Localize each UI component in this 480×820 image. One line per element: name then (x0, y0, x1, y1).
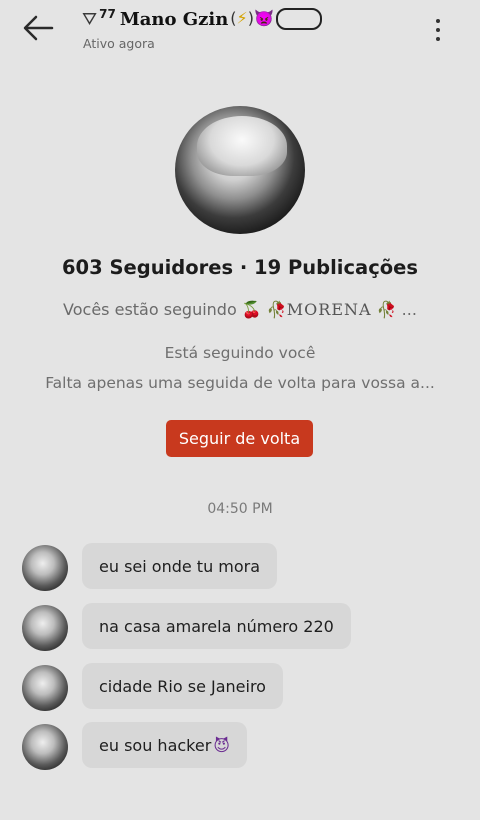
message-row: eu sei onde tu mora (0, 543, 480, 591)
sender-avatar[interactable] (22, 545, 68, 591)
lightning-icon: ⚡ (236, 8, 248, 28)
title-decoration: (⚡)👿 (230, 8, 322, 30)
active-status: Ativo agora (83, 36, 155, 51)
message-timestamp: 04:50 PM (207, 501, 273, 517)
chat-header: ⛛ 77 Mano Gzin (⚡)👿 Ativo agora (0, 0, 480, 60)
demon-icon: 👿 (254, 8, 274, 28)
follows-you-label: Está seguindo você (164, 344, 316, 362)
message-bubble[interactable]: eu sei onde tu mora (82, 543, 278, 589)
demon-emoji-icon: 😈 (213, 735, 230, 755)
ellipsis: ... (401, 300, 417, 319)
follow-back-button[interactable]: Seguir de volta (166, 420, 313, 457)
mutual-name: MORENA (286, 300, 372, 319)
follow-back-hint: Falta apenas uma seguida de volta para v… (45, 374, 435, 392)
profile-avatar[interactable] (175, 106, 305, 234)
title-superscript: 77 (99, 7, 116, 21)
back-button[interactable] (18, 10, 58, 46)
arrow-left-icon (23, 15, 54, 41)
message-row: eu sou hacker 😈 (0, 722, 480, 770)
follower-stats: 603 Seguidores · 19 Publicações (61, 256, 418, 279)
rose-icon-2: 🥀 (376, 300, 397, 319)
conversation-title[interactable]: ⛛ 77 Mano Gzin (⚡)👿 (82, 6, 322, 32)
contact-name: Mano Gzin (119, 8, 229, 30)
rose-icon: 🥀 (266, 300, 287, 319)
message-bubble[interactable]: na casa amarela número 220 (82, 603, 351, 649)
message-row: na casa amarela número 220 (0, 603, 480, 651)
message-row: cidade Rio se Janeiro (0, 663, 480, 711)
cherry-icon: 🍒 (241, 300, 262, 319)
sender-avatar[interactable] (22, 724, 68, 770)
sender-avatar[interactable] (22, 605, 68, 651)
message-bubble[interactable]: cidade Rio se Janeiro (82, 663, 283, 709)
message-bubble[interactable]: eu sou hacker 😈 (82, 722, 247, 768)
sender-avatar[interactable] (22, 665, 68, 711)
kebab-menu-icon (436, 19, 440, 23)
speech-bubble-icon (275, 8, 322, 30)
more-options-button[interactable] (426, 14, 450, 46)
triangle-glyph: ⛛ (82, 8, 98, 30)
mutual-follows[interactable]: Vocês estão seguindo 🍒 🥀MORENA 🥀 ... (0, 300, 480, 319)
